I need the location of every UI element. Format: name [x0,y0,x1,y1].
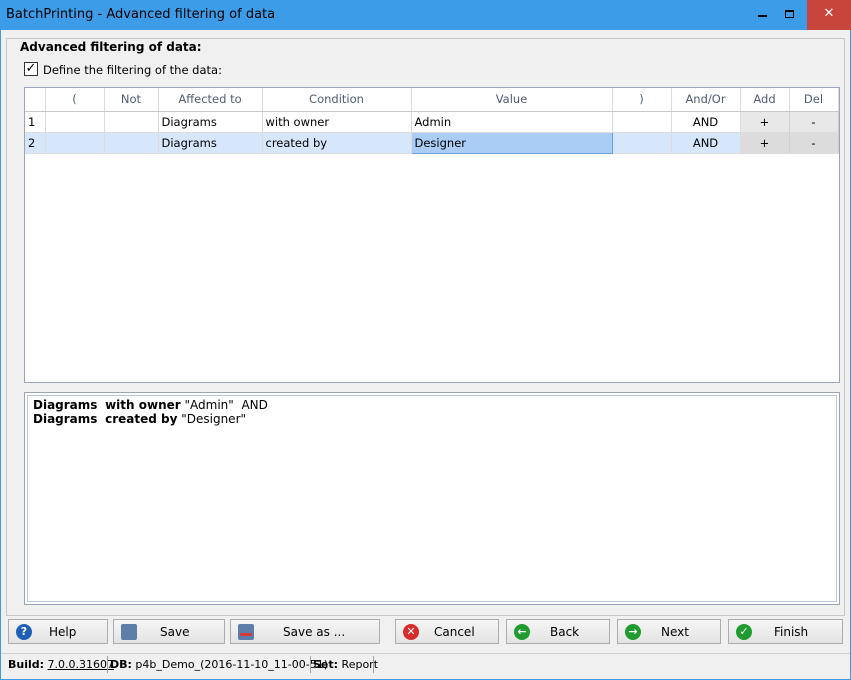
add-row-button[interactable]: + [740,132,790,154]
value-cell[interactable]: Admin [411,111,613,133]
open-paren-cell[interactable] [45,132,105,154]
help-button[interactable]: ? Help [8,619,108,644]
affected-to-cell[interactable]: Diagrams [158,132,263,154]
db-value: p4b_Demo_(2016-11-10_11-00-51) [135,658,329,671]
filter-grid[interactable]: ( Not Affected to Condition Value ) And/… [24,87,840,383]
close-icon: ✕ [823,6,835,21]
and-or-cell[interactable]: AND [671,132,741,154]
condition-cell[interactable]: with owner [262,111,412,133]
button-bar: ? Help Save Save as ... ✕ Cancel ← Back … [1,615,850,649]
col-header-not[interactable]: Not [104,88,159,112]
maximize-icon [784,9,794,18]
col-header-add[interactable]: Add [740,88,790,112]
arrow-right-icon: → [625,624,641,640]
preview-line: Diagrams created by "Designer" [33,412,831,426]
table-row[interactable]: 1 Diagrams with owner Admin AND + - [25,111,839,133]
client-area: Advanced filtering of data: ✓ Define the… [1,30,850,679]
checkmark-icon: ✓ [736,624,752,640]
maximize-button[interactable] [774,0,804,30]
table-row[interactable]: 2 Diagrams created by Designer AND + - [25,131,839,154]
filter-preview-text: Diagrams with owner "Admin" AND Diagrams… [27,395,837,602]
save-icon [121,624,137,640]
build-label: Build: [8,658,45,671]
next-label: Next [661,625,689,639]
groupbox-title: Advanced filtering of data: [17,40,205,54]
not-cell[interactable] [104,111,159,133]
back-button[interactable]: ← Back [506,619,610,644]
save-button[interactable]: Save [113,619,225,644]
condition-cell[interactable]: created by [262,132,412,154]
preview-value: "Admin" [184,398,234,412]
close-button[interactable]: ✕ [807,0,851,30]
and-or-cell[interactable]: AND [671,111,741,133]
help-icon: ? [16,624,32,640]
col-header-condition[interactable]: Condition [262,88,412,112]
save-as-button[interactable]: Save as ... [230,619,380,644]
status-separator [107,656,108,673]
status-separator [310,656,311,673]
status-build: Build: 7.0.0.31607 [8,658,114,671]
col-header-value[interactable]: Value [411,88,613,112]
open-paren-cell[interactable] [45,111,105,133]
define-filter-label[interactable]: Define the filtering of the data: [43,63,222,77]
preview-subject: Diagrams [33,412,98,426]
window-title: BatchPrinting - Advanced filtering of da… [6,7,276,22]
col-header-rowno [25,88,46,112]
status-set: Set: Report [313,658,378,671]
affected-to-cell[interactable]: Diagrams [158,111,263,133]
filter-groupbox: Advanced filtering of data: ✓ Define the… [6,38,845,616]
cancel-icon: ✕ [403,624,419,640]
save-as-label: Save as ... [283,625,346,639]
row-number[interactable]: 1 [25,111,46,133]
grid-header-row: ( Not Affected to Condition Value ) And/… [25,88,839,112]
status-bar: Build: 7.0.0.31607 DB: p4b_Demo_(2016-11… [1,653,850,675]
back-label: Back [550,625,580,639]
arrow-left-icon: ← [514,624,530,640]
status-separator [373,656,374,673]
preview-conjunction: AND [241,398,268,412]
close-paren-cell[interactable] [612,111,672,133]
preview-value: "Designer" [181,412,247,426]
cancel-button[interactable]: ✕ Cancel [395,619,499,644]
build-value[interactable]: 7.0.0.31607 [48,658,114,671]
save-as-icon [238,624,254,640]
preview-line: Diagrams with owner "Admin" AND [33,398,831,412]
status-db: DB: p4b_Demo_(2016-11-10_11-00-51) [110,658,328,671]
app-window: BatchPrinting - Advanced filtering of da… [0,0,851,680]
col-header-affected-to[interactable]: Affected to [158,88,263,112]
col-header-open-paren[interactable]: ( [45,88,105,112]
col-header-close-paren[interactable]: ) [612,88,672,112]
col-header-del[interactable]: Del [789,88,839,112]
finish-button[interactable]: ✓ Finish [728,619,843,644]
finish-label: Finish [774,625,809,639]
not-cell[interactable] [104,132,159,154]
add-row-button[interactable]: + [740,111,790,133]
set-label: Set: [313,658,339,671]
title-bar[interactable]: BatchPrinting - Advanced filtering of da… [0,0,851,30]
db-label: DB: [110,658,132,671]
preview-subject: Diagrams [33,398,98,412]
minimize-icon [757,14,767,17]
value-cell[interactable]: Designer [410,131,613,154]
row-number[interactable]: 2 [25,132,46,154]
preview-verb: with owner [105,398,181,412]
minimize-button[interactable] [747,0,777,30]
col-header-and-or[interactable]: And/Or [671,88,741,112]
next-button[interactable]: → Next [617,619,721,644]
save-label: Save [160,625,190,639]
close-paren-cell[interactable] [612,132,672,154]
delete-row-button[interactable]: - [789,111,839,133]
define-filter-checkbox[interactable]: ✓ [24,62,38,76]
delete-row-button[interactable]: - [789,132,839,154]
cancel-label: Cancel [434,625,475,639]
filter-preview-box: Diagrams with owner "Admin" AND Diagrams… [24,392,840,605]
help-label: Help [49,625,77,639]
preview-verb: created by [105,412,178,426]
